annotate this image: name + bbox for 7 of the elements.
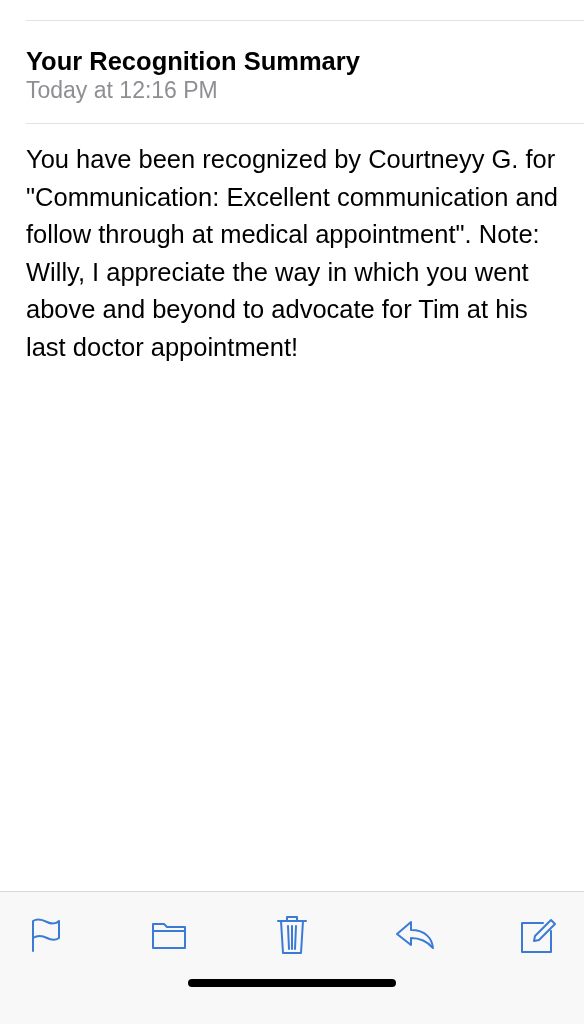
flag-icon — [30, 917, 62, 952]
reply-arrow-icon — [395, 919, 435, 950]
trash-icon — [277, 914, 307, 955]
message-body: You have been recognized by Courtneyy G. for "Communication: Excellent communication and follow through at medical appointment". Note: Willy, I appreciate the way in which you went above and beyond to advocate for Tim at his last doctor appointment! — [26, 144, 560, 363]
message-subject: Your Recognition Summary — [26, 46, 361, 76]
message-date: Today at 12:16 PM — [26, 76, 219, 104]
compose-icon — [520, 916, 556, 953]
